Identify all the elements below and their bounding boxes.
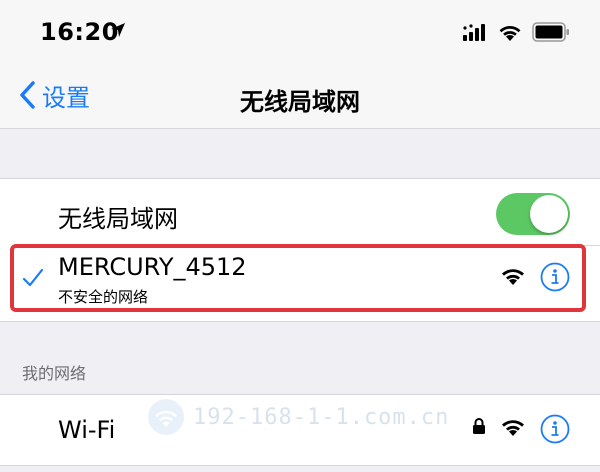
watermark-text: 192-168-1-1.com.cn (193, 404, 450, 430)
info-icon[interactable] (540, 262, 570, 292)
navigation-bar: 设置 无线局域网 (0, 62, 600, 129)
section-header-my-networks: 我的网络 (22, 364, 87, 383)
wifi-icon (499, 26, 521, 41)
wifi-signal-icon (502, 420, 524, 436)
lock-icon (473, 418, 485, 434)
info-icon[interactable] (540, 414, 570, 444)
current-network-security: 不安全的网络 (58, 288, 149, 306)
wifi-toggle-label: 无线局域网 (58, 205, 178, 233)
checkmark-icon (22, 268, 44, 287)
current-network-name: MERCURY_4512 (58, 253, 247, 281)
battery-icon (532, 22, 569, 42)
status-time: 16:20 (40, 18, 119, 46)
toggle-knob (530, 195, 568, 233)
watermark-logo-icon (148, 399, 184, 435)
signal-bars-icon (463, 24, 485, 41)
network-name[interactable]: Wi-Fi (58, 416, 115, 444)
location-arrow-icon (111, 23, 125, 37)
wifi-toggle[interactable] (496, 193, 570, 235)
status-bar: 16:20 (0, 0, 600, 62)
page-title: 无线局域网 (240, 88, 360, 116)
watermark: 192-168-1-1.com.cn (147, 398, 449, 436)
wifi-signal-icon (502, 269, 524, 285)
